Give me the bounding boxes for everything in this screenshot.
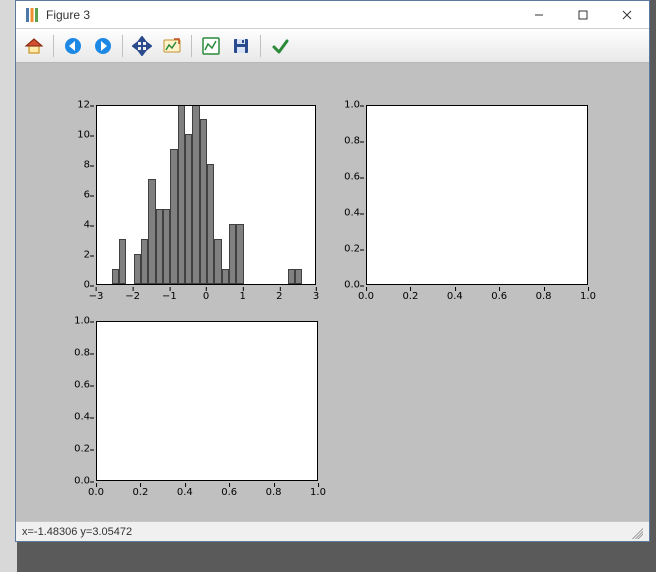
toolbar <box>16 29 649 63</box>
forward-button[interactable] <box>89 32 117 60</box>
xtick: 0.8 <box>266 487 282 498</box>
toolbar-separator <box>53 35 54 57</box>
xtick: 1.0 <box>310 487 326 498</box>
plot-canvas[interactable]: 024681012−3−2−101230.00.20.40.60.81.00.0… <box>16 63 649 521</box>
axes-box <box>96 321 318 481</box>
toolbar-separator <box>260 35 261 57</box>
save-button[interactable] <box>227 32 255 60</box>
ytick: 0.0 <box>68 476 90 487</box>
titlebar[interactable]: Figure 3 <box>16 1 649 29</box>
window-title: Figure 3 <box>46 8 517 22</box>
zoom-button[interactable] <box>158 32 186 60</box>
ytick: 0.4 <box>68 412 90 423</box>
xtick: 0.0 <box>88 487 104 498</box>
ytick: 0.2 <box>68 444 90 455</box>
xtick: 0.6 <box>221 487 237 498</box>
ytick: 0.8 <box>68 348 90 359</box>
maximize-button[interactable] <box>561 1 605 29</box>
subplots-button[interactable] <box>197 32 225 60</box>
home-button[interactable] <box>20 32 48 60</box>
resize-grip[interactable] <box>629 525 643 539</box>
ytick: 1.0 <box>68 316 90 327</box>
pan-button[interactable] <box>128 32 156 60</box>
figure-window: Figure 3 <box>15 0 650 542</box>
ytick: 0.6 <box>68 380 90 391</box>
back-button[interactable] <box>59 32 87 60</box>
close-button[interactable] <box>605 1 649 29</box>
xtick: 0.2 <box>132 487 148 498</box>
statusbar: x=-1.48306 y=3.05472 <box>16 521 649 541</box>
toolbar-separator <box>122 35 123 57</box>
toolbar-separator <box>191 35 192 57</box>
xtick: 0.4 <box>177 487 193 498</box>
minimize-button[interactable] <box>517 1 561 29</box>
subplot-bottom-left: 0.0 0.2 0.4 0.6 0.8 1.0 0.0 0.2 0.4 0.6 0.8 1.0 <box>16 63 649 521</box>
window-controls <box>517 1 649 29</box>
edit-params-button[interactable] <box>266 32 294 60</box>
cursor-coords: x=-1.48306 y=3.05472 <box>22 526 132 538</box>
app-icon <box>24 7 40 23</box>
